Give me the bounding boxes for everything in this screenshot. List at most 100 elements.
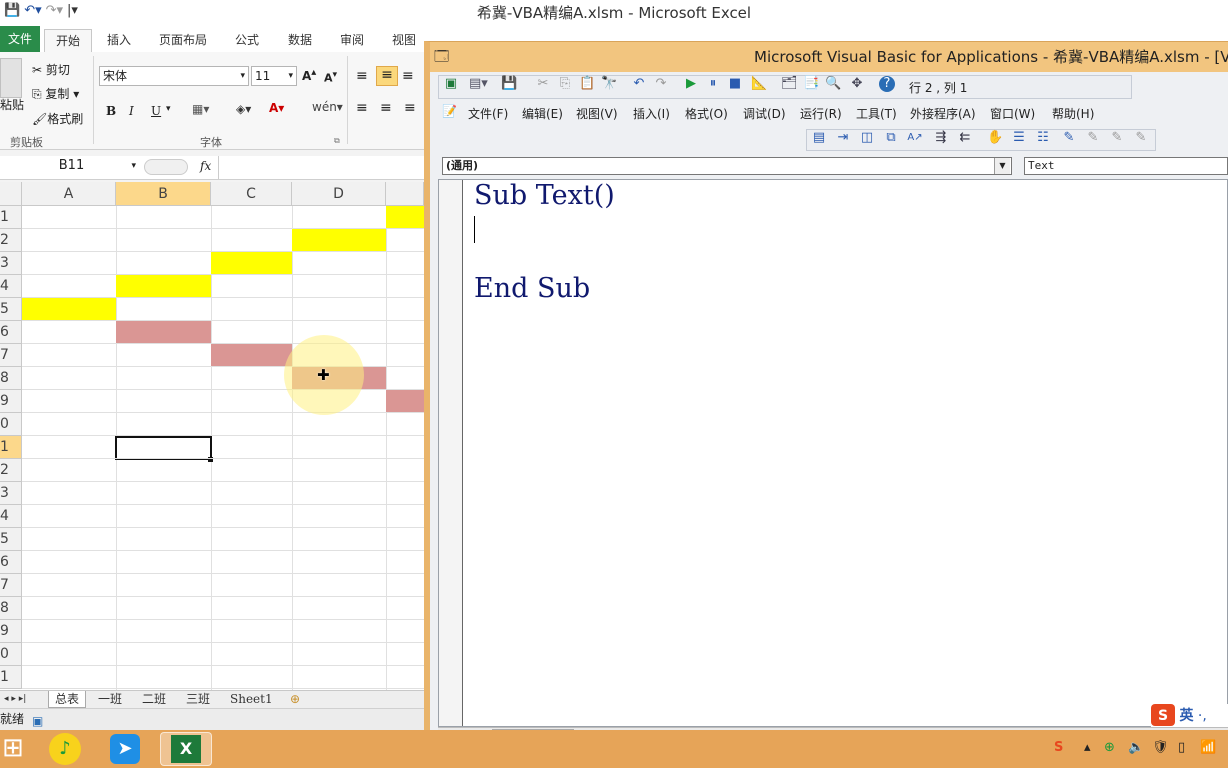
- formula-input[interactable]: [218, 156, 424, 179]
- complete-word-icon[interactable]: A↗: [907, 130, 923, 146]
- sheet-tab-sheet1[interactable]: Sheet1: [230, 691, 273, 708]
- menu-edit[interactable]: 编辑(E): [522, 105, 563, 122]
- redo-icon[interactable]: ↷: [653, 76, 669, 92]
- menu-debug[interactable]: 调试(D): [743, 105, 786, 122]
- macro-record-icon[interactable]: ▣: [32, 711, 43, 731]
- tab-file[interactable]: 文件: [0, 26, 40, 52]
- tab-home[interactable]: 开始: [44, 29, 92, 52]
- row-header[interactable]: 5: [0, 528, 22, 551]
- column-header-c[interactable]: C: [211, 182, 292, 206]
- copy-button[interactable]: ⎘ 复制 ▾: [32, 85, 79, 102]
- highlighted-cell[interactable]: [386, 390, 424, 412]
- grow-font-button[interactable]: A▴: [302, 67, 316, 83]
- row-header[interactable]: 9: [0, 620, 22, 643]
- row-header[interactable]: 8: [0, 597, 22, 620]
- name-box[interactable]: B11 ▾: [0, 157, 140, 177]
- highlighted-cell[interactable]: [211, 252, 292, 274]
- insert-sheet-icon[interactable]: ⊕: [290, 691, 300, 708]
- tab-insert[interactable]: 插入: [104, 29, 134, 52]
- align-right-icon[interactable]: ≡: [404, 100, 416, 116]
- row-header[interactable]: 5: [0, 298, 22, 321]
- design-mode-icon[interactable]: 📐: [751, 76, 767, 92]
- code-margin[interactable]: [439, 180, 463, 726]
- cut-button[interactable]: ✂ 剪切: [32, 61, 70, 78]
- highlighted-cell[interactable]: [116, 275, 211, 297]
- worksheet-grid[interactable]: A B C D 123456789012345678901: [0, 182, 424, 690]
- font-size-select[interactable]: 11 ▾: [251, 66, 297, 86]
- procedure-combo[interactable]: Text: [1024, 157, 1228, 175]
- security-icon[interactable]: 🛡: [1152, 740, 1169, 755]
- highlighted-cell[interactable]: [116, 321, 211, 343]
- toggle-bookmark-icon[interactable]: ✎: [1061, 130, 1077, 146]
- row-header[interactable]: 4: [0, 275, 22, 298]
- indent-icon[interactable]: ⇶: [933, 130, 949, 146]
- project-explorer-icon[interactable]: 🗂: [781, 76, 798, 92]
- show-hidden-icons[interactable]: ▴: [1084, 740, 1091, 755]
- row-header[interactable]: 7: [0, 574, 22, 597]
- windows-start-icon[interactable]: ⊞: [2, 734, 24, 762]
- paste-icon[interactable]: 📋: [579, 76, 595, 92]
- code-line[interactable]: End Sub: [474, 273, 590, 304]
- uncomment-block-icon[interactable]: ☷: [1035, 130, 1051, 146]
- align-top-icon[interactable]: ≡: [356, 68, 368, 84]
- row-header[interactable]: 9: [0, 390, 22, 413]
- align-center-icon[interactable]: ≡: [380, 100, 392, 116]
- column-header-b[interactable]: B: [116, 182, 211, 206]
- volume-icon[interactable]: 🔈: [1128, 740, 1144, 755]
- comment-block-icon[interactable]: ☰: [1011, 130, 1027, 146]
- copy-icon[interactable]: ⎘: [557, 76, 573, 92]
- ime-punct-icon[interactable]: ·,: [1198, 708, 1207, 724]
- menu-window[interactable]: 窗口(W): [990, 105, 1035, 122]
- break-icon[interactable]: ⏸: [705, 76, 721, 92]
- prev-bookmark-icon[interactable]: ✎: [1109, 130, 1125, 146]
- object-browser-icon[interactable]: 🔍: [825, 76, 841, 92]
- bold-button[interactable]: B: [106, 104, 116, 118]
- tab-view[interactable]: 视图: [389, 29, 419, 52]
- menu-run[interactable]: 运行(R): [800, 105, 842, 122]
- code-editor[interactable]: Sub Text() End Sub S 英 ·,: [438, 179, 1228, 728]
- row-header[interactable]: 3: [0, 252, 22, 275]
- excel-view-icon[interactable]: ▣: [443, 76, 459, 92]
- ime-toolbar[interactable]: S 英 ·,: [1151, 704, 1228, 728]
- save-icon[interactable]: 💾: [501, 76, 517, 92]
- clear-bookmarks-icon[interactable]: ✎: [1133, 130, 1149, 146]
- align-left-icon[interactable]: ≡: [356, 100, 368, 116]
- menu-file[interactable]: 文件(F): [468, 105, 508, 122]
- menu-insert[interactable]: 插入(I): [633, 105, 670, 122]
- customize-qat-icon[interactable]: |▾: [67, 3, 78, 18]
- outdent-icon[interactable]: ⇇: [957, 130, 973, 146]
- column-header-a[interactable]: A: [22, 182, 116, 206]
- find-icon[interactable]: 🔭: [601, 76, 617, 92]
- italic-button[interactable]: I: [129, 104, 134, 118]
- menu-view[interactable]: 视图(V): [576, 105, 618, 122]
- font-dialog-launcher-icon[interactable]: ⧉: [334, 136, 340, 146]
- align-bottom-icon[interactable]: ≡: [402, 68, 414, 84]
- column-header-e[interactable]: [386, 182, 424, 206]
- menu-addins[interactable]: 外接程序(A): [910, 105, 976, 122]
- formula-bar-handle[interactable]: [144, 159, 188, 175]
- menu-format[interactable]: 格式(O): [685, 105, 728, 122]
- cut-icon[interactable]: ✂: [535, 76, 551, 92]
- row-header[interactable]: 0: [0, 643, 22, 666]
- highlighted-cell[interactable]: [292, 229, 386, 251]
- select-all-corner[interactable]: [0, 182, 22, 206]
- battery-icon[interactable]: ▯: [1178, 740, 1185, 755]
- tab-formulas[interactable]: 公式: [232, 29, 262, 52]
- reset-icon[interactable]: ■: [727, 76, 743, 92]
- row-header[interactable]: 6: [0, 551, 22, 574]
- sheet-tab-total[interactable]: 总表: [48, 691, 87, 708]
- save-icon[interactable]: 💾: [4, 3, 20, 18]
- signal-icon[interactable]: 📶: [1200, 740, 1216, 755]
- combo-dropdown-icon[interactable]: ▼: [994, 158, 1010, 174]
- insert-userform-icon[interactable]: ▤▾: [469, 76, 488, 92]
- redo-icon[interactable]: ↷▾: [46, 3, 63, 18]
- undo-icon[interactable]: ↶: [631, 76, 647, 92]
- row-header[interactable]: 4: [0, 505, 22, 528]
- phonetic-icon[interactable]: wén▾: [312, 100, 343, 114]
- list-constants-icon[interactable]: ⇥: [835, 130, 851, 146]
- fill-color-icon[interactable]: ◈▾: [236, 102, 251, 116]
- font-name-select[interactable]: 宋体 ▾: [99, 66, 249, 86]
- menu-help[interactable]: 帮助(H): [1052, 105, 1094, 122]
- object-combo[interactable]: (通用) ▼: [442, 157, 1012, 175]
- column-header-d[interactable]: D: [292, 182, 386, 206]
